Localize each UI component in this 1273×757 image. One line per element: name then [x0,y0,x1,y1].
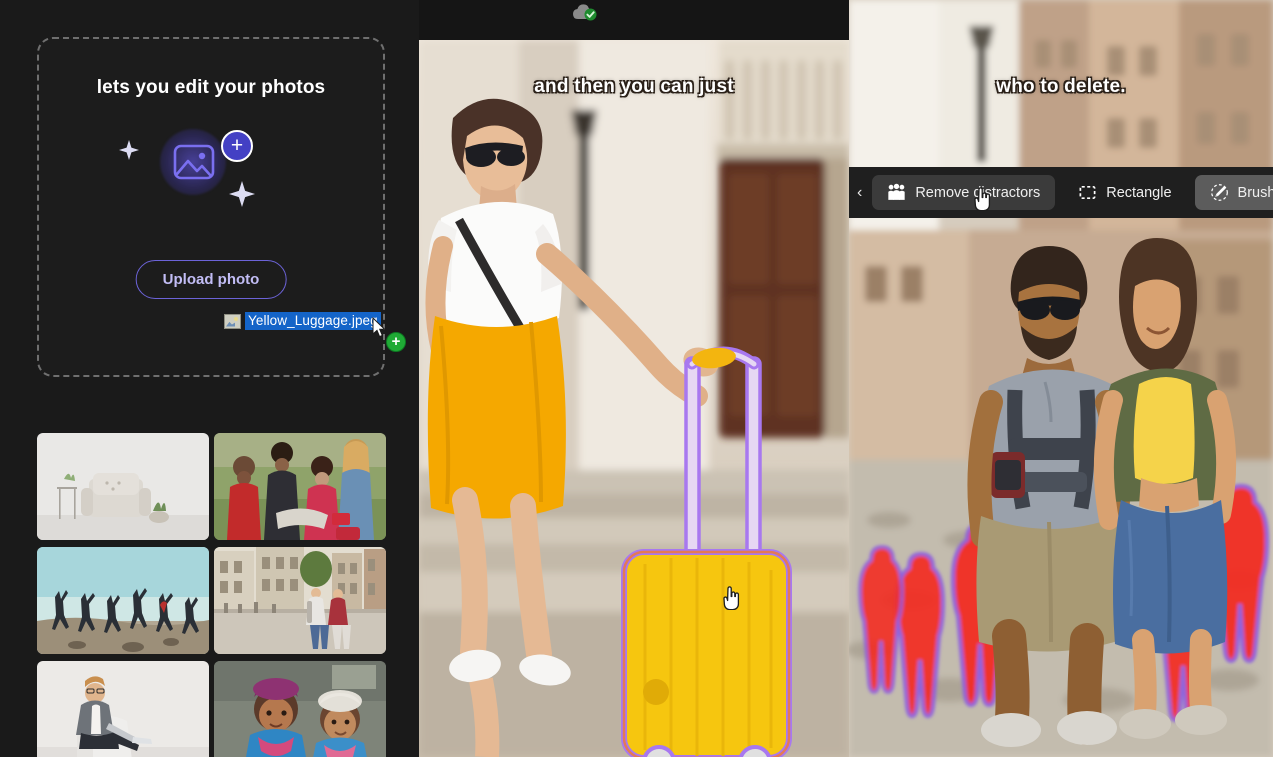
plus-circle-icon[interactable]: + [221,130,253,162]
thumbnail-man-with-laptop-armchair[interactable] [37,661,209,757]
pointing-hand-cursor [972,187,992,212]
thumbnail-two-women-winter-hats[interactable] [214,661,386,757]
sparkle-icon [119,140,139,160]
image-file-icon [224,313,241,329]
thumbnail-friends-with-map-outdoors[interactable] [214,433,386,540]
tool-remove-distractors[interactable]: Remove distractors [872,175,1056,210]
drag-file-chip[interactable]: Yellow_Luggage.jpeg [224,312,381,330]
image-placeholder-icon [173,143,215,181]
center-panel: and then you can just RRCG 人人素材 [419,0,849,757]
editor-toolbar: ‹ Remove distractors Rectangle Brush [849,167,1273,218]
pointing-hand-cursor [721,586,741,611]
upload-photo-button[interactable]: Upload photo [135,260,287,299]
thumbnail-two-women-walking-city[interactable] [214,547,386,654]
app-screen: lets you edit your photos + Upload photo [0,0,1273,757]
right-panel: who to delete. ‹ Remove distractors Rect… [849,0,1273,757]
center-caption: and then you can just [534,76,734,97]
right-caption: who to delete. [996,76,1126,97]
dashed-rectangle-icon [1079,185,1096,200]
right-photo[interactable] [849,0,1273,757]
drag-file-name: Yellow_Luggage.jpeg [245,312,381,330]
center-photo[interactable] [419,40,849,757]
arrow-cursor-icon [372,316,386,338]
thumbnail-armchair-living-room[interactable] [37,433,209,540]
sparkle-icon [229,181,255,207]
green-plus-icon: + [386,332,406,352]
tool-rectangle[interactable]: Rectangle [1063,175,1186,210]
tool-label: Rectangle [1106,184,1172,201]
tool-label: Brush [1237,184,1273,201]
cloud-check-icon [571,2,599,22]
people-group-icon [888,183,905,200]
dropzone-title: lets you edit your photos [96,77,326,98]
dropzone-artwork: + [111,117,311,237]
thumbnail-group-jumping-on-beach[interactable] [37,547,209,654]
tool-brush[interactable]: Brush [1194,175,1273,210]
back-chevron-icon[interactable]: ‹ [855,181,864,205]
paintbrush-icon [1210,184,1228,201]
left-panel: lets you edit your photos + Upload photo [0,0,419,757]
thumbnail-grid [37,433,386,757]
